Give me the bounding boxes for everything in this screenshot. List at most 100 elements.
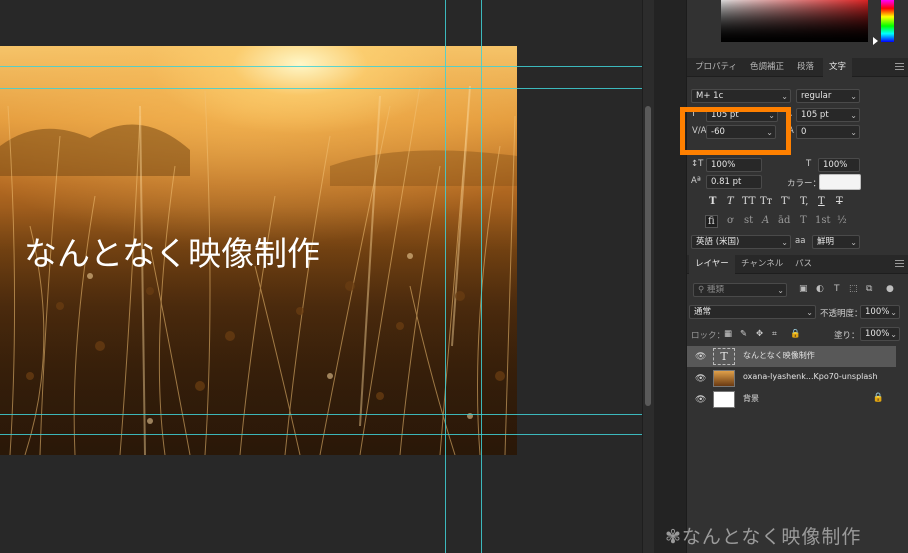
vertical-scale-field[interactable]: 100% bbox=[706, 158, 762, 172]
blend-mode-select[interactable]: 通常 ⌄ bbox=[689, 305, 816, 319]
swash-button[interactable]: A bbox=[762, 215, 769, 226]
eye-icon[interactable]: 👁 bbox=[695, 352, 706, 362]
lock-pixels-icon[interactable]: ✎ bbox=[740, 329, 747, 339]
horizontal-scale-icon: T bbox=[806, 159, 812, 169]
opacity-field[interactable]: 100% ⌄ bbox=[860, 305, 900, 319]
guide-horizontal[interactable] bbox=[0, 414, 642, 415]
contextual-alternates-button[interactable]: st bbox=[744, 215, 753, 226]
tab-channels[interactable]: チャンネル bbox=[735, 255, 789, 274]
logo-icon: ✾ bbox=[665, 526, 682, 548]
tracking-field[interactable]: 0 ⌄ bbox=[796, 125, 860, 139]
subscript-button[interactable]: T, bbox=[800, 196, 808, 207]
guide-horizontal[interactable] bbox=[0, 88, 642, 89]
tab-adjustments[interactable]: 色調補正 bbox=[744, 58, 790, 77]
filter-pixel-icon[interactable]: ▣ bbox=[799, 284, 808, 294]
scrollbar-thumb[interactable] bbox=[645, 106, 651, 406]
color-picker-field[interactable] bbox=[721, 0, 868, 42]
small-caps-button[interactable]: Tт bbox=[760, 196, 772, 207]
fill-field[interactable]: 100% ⌄ bbox=[860, 327, 900, 341]
chevron-down-icon: ⌄ bbox=[850, 92, 857, 101]
guide-vertical[interactable] bbox=[445, 0, 446, 553]
photo-layer-thumbnail bbox=[713, 370, 735, 387]
filter-shape-icon[interactable]: ⬚ bbox=[849, 284, 858, 294]
baseline-shift-field[interactable]: 0.81 pt bbox=[706, 175, 762, 189]
titling-alternates-button[interactable]: T bbox=[800, 215, 807, 226]
lock-icon: 🔒 bbox=[872, 393, 884, 403]
fractions-button[interactable]: ½ bbox=[837, 215, 847, 226]
horizontal-scale-field[interactable]: 100% bbox=[818, 158, 860, 172]
discretionary-ligature-button[interactable]: ơ bbox=[727, 215, 733, 226]
filter-smart-object-icon[interactable]: ⧉ bbox=[866, 284, 872, 294]
faux-italic-button[interactable]: T bbox=[727, 196, 734, 207]
tab-layers[interactable]: レイヤー bbox=[689, 255, 735, 274]
strikethrough-button[interactable]: T bbox=[836, 196, 843, 207]
tab-character[interactable]: 文字 bbox=[823, 58, 853, 77]
guide-horizontal[interactable] bbox=[0, 434, 642, 435]
tab-paths[interactable]: パス bbox=[789, 255, 818, 274]
layer-name[interactable]: 背景 bbox=[743, 393, 759, 404]
chevron-down-icon: ⌄ bbox=[850, 238, 857, 247]
eye-icon[interactable]: 👁 bbox=[695, 374, 706, 384]
layer-name[interactable]: なんとなく映像制作 bbox=[743, 350, 815, 361]
eye-icon[interactable]: 👁 bbox=[695, 395, 706, 405]
panel-menu-icon[interactable] bbox=[895, 63, 904, 71]
layer-name[interactable]: oxana-lyashenk...Kpo70-unsplash bbox=[743, 372, 878, 381]
underline-button[interactable]: T bbox=[818, 196, 825, 207]
layer-row-photo[interactable]: 👁 oxana-lyashenk...Kpo70-unsplash bbox=[687, 368, 896, 389]
panels-column bbox=[686, 0, 908, 553]
chevron-down-icon: ⌄ bbox=[781, 238, 788, 247]
chevron-down-icon: ⌄ bbox=[850, 111, 857, 120]
filter-toggle-icon[interactable]: ● bbox=[886, 284, 894, 294]
language-select[interactable]: 英語 (米国) ⌄ bbox=[691, 235, 791, 249]
panel-menu-icon[interactable] bbox=[895, 260, 904, 268]
fill-value: 100% bbox=[865, 329, 890, 339]
ordinals-button[interactable]: 1st bbox=[815, 215, 831, 226]
guide-horizontal[interactable] bbox=[0, 66, 642, 67]
font-style-select[interactable]: regular ⌄ bbox=[796, 89, 860, 103]
antialias-select[interactable]: 鮮明 ⌄ bbox=[812, 235, 860, 249]
layer-row-text[interactable]: 👁 T なんとなく映像制作 bbox=[687, 346, 896, 367]
text-layer-thumbnail: T bbox=[713, 348, 735, 365]
tab-paragraph[interactable]: 段落 bbox=[791, 58, 820, 77]
lock-artboard-icon[interactable]: ⌗ bbox=[772, 329, 777, 339]
hue-slider[interactable] bbox=[881, 0, 894, 42]
canvas-area[interactable]: なんとなく映像制作 bbox=[0, 0, 642, 553]
tab-properties[interactable]: プロパティ bbox=[689, 58, 743, 77]
leading-field[interactable]: 105 pt ⌄ bbox=[796, 108, 860, 122]
hue-slider-marker[interactable] bbox=[873, 37, 878, 45]
font-family-value: M+ 1c bbox=[696, 91, 724, 101]
layer-row-background[interactable]: 👁 背景 🔒 bbox=[687, 389, 896, 410]
leading-value: 105 pt bbox=[801, 110, 829, 120]
chevron-down-icon: ⌄ bbox=[850, 128, 857, 137]
language-value: 英語 (米国) bbox=[696, 237, 740, 247]
site-watermark: ✾なんとなく映像制作 bbox=[665, 522, 861, 549]
all-caps-button[interactable]: TT bbox=[742, 196, 756, 207]
faux-bold-button[interactable]: T bbox=[709, 196, 716, 207]
chevron-down-icon: ⌄ bbox=[777, 286, 784, 295]
panel-dock-gutter bbox=[654, 0, 686, 553]
chevron-down-icon: ⌄ bbox=[890, 330, 897, 339]
ligature-button[interactable]: fi bbox=[705, 215, 718, 228]
filter-adjustment-icon[interactable]: ◐ bbox=[816, 284, 824, 294]
properties-tabbar: プロパティ 色調補正 段落 文字 bbox=[687, 58, 908, 77]
layer-filter-select[interactable]: ⚲ 種類 ⌄ bbox=[693, 283, 787, 297]
lock-all-icon[interactable]: 🔒 bbox=[790, 329, 801, 339]
lock-position-icon[interactable]: ✥ bbox=[756, 329, 763, 339]
search-icon: ⚲ bbox=[698, 285, 707, 295]
guide-vertical[interactable] bbox=[481, 0, 482, 553]
stylistic-alternates-button[interactable]: ād bbox=[778, 215, 790, 226]
document-text-layer[interactable]: なんとなく映像制作 bbox=[24, 227, 320, 275]
chevron-down-icon: ⌄ bbox=[781, 92, 788, 101]
watermark-text: なんとなく映像制作 bbox=[681, 526, 862, 548]
text-color-swatch[interactable] bbox=[819, 174, 861, 190]
antialias-icon: aa bbox=[795, 236, 806, 246]
filter-type-icon[interactable]: T bbox=[834, 284, 840, 294]
lock-transparent-icon[interactable]: ▦ bbox=[724, 329, 732, 339]
background-layer-thumbnail bbox=[713, 391, 735, 408]
chevron-down-icon: ⌄ bbox=[806, 308, 813, 317]
font-family-select[interactable]: M+ 1c ⌄ bbox=[691, 89, 791, 103]
superscript-button[interactable]: T' bbox=[781, 196, 790, 207]
document-image[interactable]: なんとなく映像制作 bbox=[0, 46, 517, 455]
chevron-down-icon: ⌄ bbox=[890, 308, 897, 317]
antialias-value: 鮮明 bbox=[817, 237, 835, 247]
